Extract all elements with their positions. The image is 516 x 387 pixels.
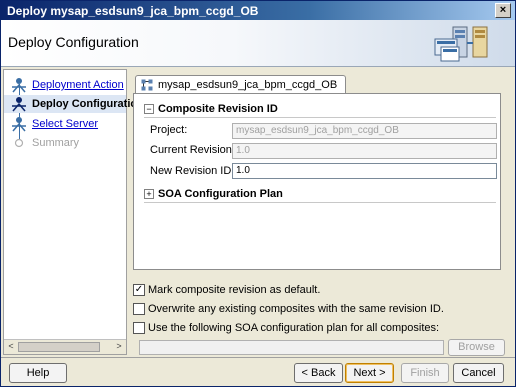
composite-panel: − Composite Revision ID Project: mysap_e…	[133, 93, 501, 270]
tab-composite[interactable]: mysap_esdsun9_jca_bpm_ccgd_OB	[135, 75, 347, 94]
footer-divider	[1, 357, 515, 358]
wizard-steps-panel: Deployment Action Deploy Configuration S…	[3, 69, 144, 355]
nav-step-label: Summary	[32, 137, 80, 149]
scroll-left-icon[interactable]: <	[5, 341, 17, 352]
scroll-right-icon[interactable]: >	[113, 341, 125, 352]
scroll-thumb[interactable]	[18, 342, 100, 352]
close-button[interactable]: ×	[495, 3, 511, 18]
section-divider	[144, 202, 496, 203]
current-step-icon	[12, 97, 26, 112]
help-button[interactable]: Help	[9, 363, 67, 383]
page-title: Deploy Configuration	[8, 34, 139, 50]
use-plan-checkbox[interactable]	[133, 322, 145, 334]
disabled-step-icon	[14, 138, 24, 148]
title-bar[interactable]: Deploy mysap_esdsun9_jca_bpm_ccgd_OB ×	[1, 1, 515, 20]
section-title: Composite Revision ID	[158, 103, 278, 115]
nav-step-label: Deploy Configuration	[32, 98, 144, 110]
project-label: Project:	[150, 124, 188, 136]
back-button[interactable]: < Back	[294, 363, 343, 383]
window-title: Deploy mysap_esdsun9_jca_bpm_ccgd_OB	[7, 4, 259, 18]
collapse-icon[interactable]: −	[144, 104, 154, 114]
tab-label: mysap_esdsun9_jca_bpm_ccgd_OB	[158, 79, 338, 91]
deploy-server-graphic	[434, 26, 488, 62]
composite-icon	[141, 79, 153, 91]
new-revision-input[interactable]: 1.0	[232, 163, 497, 179]
soa-plan-path-input	[139, 340, 444, 355]
current-revision-field: 1.0	[232, 143, 497, 159]
steps-horizontal-scrollbar[interactable]: < >	[4, 339, 126, 354]
nav-step-deployment-action[interactable]: Deployment Action	[4, 76, 126, 94]
section-title: SOA Configuration Plan	[158, 188, 283, 200]
nav-step-select-server[interactable]: Select Server	[4, 115, 126, 133]
deploy-dialog: Deploy mysap_esdsun9_jca_bpm_ccgd_OB × D…	[0, 0, 516, 387]
nav-step-label: Select Server	[32, 118, 99, 130]
checkbox-label: Use the following SOA configuration plan…	[148, 322, 440, 334]
nav-step-deploy-configuration[interactable]: Deploy Configuration	[4, 95, 144, 113]
project-field: mysap_esdsun9_jca_bpm_ccgd_OB	[232, 123, 497, 139]
overwrite-checkbox[interactable]	[133, 303, 145, 315]
wizard-header: Deploy Configuration	[1, 20, 515, 67]
checkbox-label: Overwrite any existing composites with t…	[148, 303, 444, 315]
section-divider	[144, 117, 496, 118]
completed-step-icon	[12, 78, 26, 93]
nav-step-summary: Summary	[4, 134, 126, 152]
cancel-button[interactable]: Cancel	[453, 363, 504, 383]
checkbox-label: Mark composite revision as default.	[148, 284, 321, 296]
browse-button: Browse	[448, 339, 505, 356]
pending-step-icon	[12, 117, 26, 132]
next-button[interactable]: Next >	[345, 363, 394, 383]
configuration-content: mysap_esdsun9_jca_bpm_ccgd_OB − Composit…	[131, 69, 503, 273]
expand-icon[interactable]: +	[144, 189, 154, 199]
mark-default-checkbox[interactable]: ✓	[133, 284, 145, 296]
new-revision-label: New Revision ID:	[150, 165, 235, 177]
nav-step-label: Deployment Action	[32, 79, 124, 91]
finish-button: Finish	[401, 363, 449, 383]
